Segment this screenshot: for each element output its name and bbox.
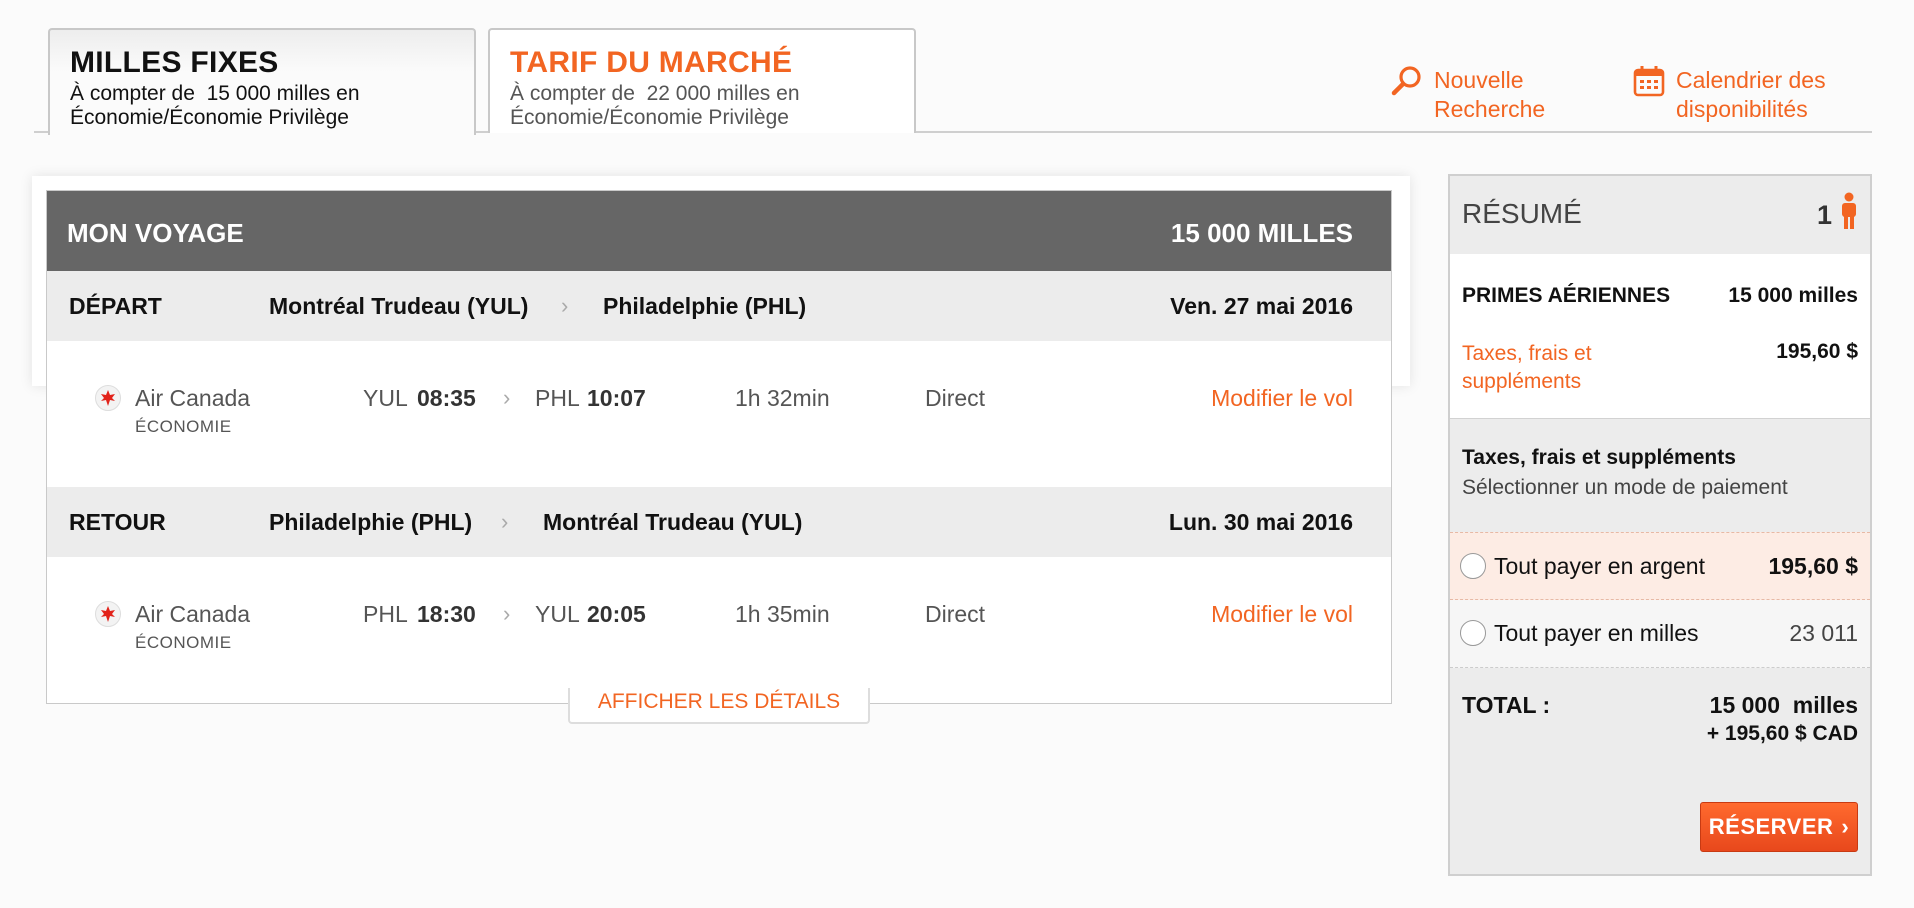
total-label: TOTAL : [1462, 692, 1551, 718]
cabin-class: ÉCONOMIE [135, 633, 232, 652]
trip-card: MON VOYAGE 15 000 MILLES DÉPART Montréal… [46, 190, 1392, 704]
tab-milles-fixes[interactable]: MILLES FIXES À compter de 15 000 milles … [48, 28, 476, 135]
radio-button[interactable] [1460, 620, 1486, 646]
taxes-label-line2: suppléments [1462, 370, 1582, 393]
trip-title: MON VOYAGE [67, 218, 244, 248]
option-label: Tout payer en argent [1494, 553, 1705, 579]
awards-value: 15 000 milles [1728, 284, 1858, 307]
summary-title: RÉSUMÉ [1462, 198, 1582, 229]
summary-panel: RÉSUMÉ 1 PRIMES AÉRIENNES 15 000 milles … [1448, 174, 1872, 876]
tab-cabin: Économie/Économie Privilège [70, 106, 349, 129]
taxes-label-line1: Taxes, frais et [1462, 342, 1592, 365]
arrival-code: YUL [535, 601, 580, 627]
option-value: 23 011 [1789, 620, 1858, 646]
tab-tarif-du-marche[interactable]: TARIF DU MARCHÉ À compter de 22 000 mill… [488, 28, 916, 133]
tab-description: À compter de 22 000 milles en Économie/É… [510, 82, 894, 130]
new-search-line1: Nouvelle [1434, 67, 1524, 93]
chevron-right-icon: › [503, 385, 511, 410]
chevron-right-icon: › [1841, 814, 1850, 839]
segment-date: Ven. 27 mai 2016 [1170, 293, 1353, 319]
reserve-label: RÉSERVER [1708, 814, 1834, 839]
tab-cabin: Économie/Économie Privilège [510, 106, 789, 129]
total-miles: 15 000 milles [1709, 692, 1858, 718]
search-icon [1391, 66, 1421, 96]
chevron-right-icon: › [561, 293, 569, 318]
taxes-value: 195,60 $ [1776, 340, 1858, 363]
tab-prefix: À compter de [70, 82, 195, 105]
departure-time: 18:30 [417, 601, 476, 627]
departure-code: PHL [363, 601, 408, 627]
chevron-right-icon: › [501, 509, 509, 534]
pay-miles-option[interactable]: Tout payer en milles 23 011 [1450, 600, 1870, 668]
new-search-line2: Recherche [1434, 96, 1546, 122]
flight-stops: Direct [925, 601, 986, 627]
total-cash: + 195,60 $ CAD [1706, 722, 1858, 745]
payment-subtitle: Sélectionner un mode de paiement [1462, 476, 1788, 499]
tab-title: TARIF DU MARCHÉ [510, 46, 793, 79]
new-search-link[interactable]: Nouvelle Recherche [1390, 66, 1545, 124]
arrival-time: 20:05 [587, 601, 646, 627]
segment-destination: Philadelphie (PHL) [603, 293, 807, 319]
calendar-line1: Calendrier des [1676, 67, 1826, 93]
departure-time: 08:35 [417, 385, 476, 411]
option-value: 195,60 $ [1768, 553, 1858, 579]
modify-flight-link[interactable]: Modifier le vol [1211, 601, 1353, 628]
calendar-line2: disponibilités [1676, 96, 1808, 122]
segment-label: DÉPART [69, 293, 162, 319]
tab-amount: 22 000 milles en [646, 82, 800, 105]
air-canada-logo-icon [95, 385, 121, 411]
segment-origin: Montréal Trudeau (YUL) [269, 293, 529, 319]
arrival-time: 10:07 [587, 385, 646, 411]
tab-amount: 15 000 milles en [206, 82, 360, 105]
taxes-link[interactable]: Taxes, frais et suppléments [1462, 340, 1592, 396]
segment-date: Lun. 30 mai 2016 [1168, 509, 1353, 535]
trip-total: 15 000 MILLES [1170, 218, 1353, 248]
segment-origin: Philadelphie (PHL) [269, 509, 473, 535]
air-canada-logo-icon [95, 601, 121, 627]
tab-title: MILLES FIXES [70, 46, 279, 79]
segment-label: RETOUR [69, 509, 166, 535]
show-details-button[interactable]: AFFICHER LES DÉTAILS [568, 688, 870, 724]
airline-name: Air Canada [135, 601, 251, 627]
departure-code: YUL [363, 385, 408, 411]
passenger-count: 1 [1816, 200, 1832, 230]
calendar-icon [1633, 66, 1665, 97]
airline-name: Air Canada [135, 385, 251, 411]
pay-cash-option[interactable]: Tout payer en argent 195,60 $ [1450, 532, 1870, 600]
segment-destination: Montréal Trudeau (YUL) [543, 509, 803, 535]
summary-costs: PRIMES AÉRIENNES 15 000 milles Taxes, fr… [1450, 254, 1870, 419]
departure-flight-row: Air Canada ÉCONOMIE YUL 08:35 › PHL 10:0… [47, 341, 1391, 441]
return-segment-header: RETOUR Philadelphie (PHL) › Montréal Tru… [47, 487, 1391, 557]
modify-flight-link[interactable]: Modifier le vol [1211, 385, 1353, 412]
tab-description: À compter de 15 000 milles en Économie/É… [70, 82, 454, 130]
calendar-link[interactable]: Calendrier des disponibilités [1632, 66, 1826, 124]
arrival-code: PHL [535, 385, 580, 411]
departure-segment-header: DÉPART Montréal Trudeau (YUL) › Philadel… [47, 271, 1391, 341]
trip-header: MON VOYAGE 15 000 MILLES [47, 191, 1391, 271]
chevron-right-icon: › [503, 601, 511, 626]
reserve-button[interactable]: RÉSERVER › [1700, 802, 1858, 852]
return-flight-row: Air Canada ÉCONOMIE PHL 18:30 › YUL 20:0… [47, 557, 1391, 657]
radio-button[interactable] [1460, 553, 1486, 579]
option-label: Tout payer en milles [1494, 620, 1699, 646]
flight-duration: 1h 32min [735, 385, 830, 411]
payment-title: Taxes, frais et suppléments [1462, 446, 1736, 469]
cabin-class: ÉCONOMIE [135, 417, 232, 436]
summary-header: RÉSUMÉ 1 [1450, 176, 1870, 255]
flight-stops: Direct [925, 385, 986, 411]
flight-duration: 1h 35min [735, 601, 830, 627]
person-icon [1842, 192, 1856, 229]
tab-prefix: À compter de [510, 82, 635, 105]
awards-label: PRIMES AÉRIENNES [1462, 284, 1671, 307]
